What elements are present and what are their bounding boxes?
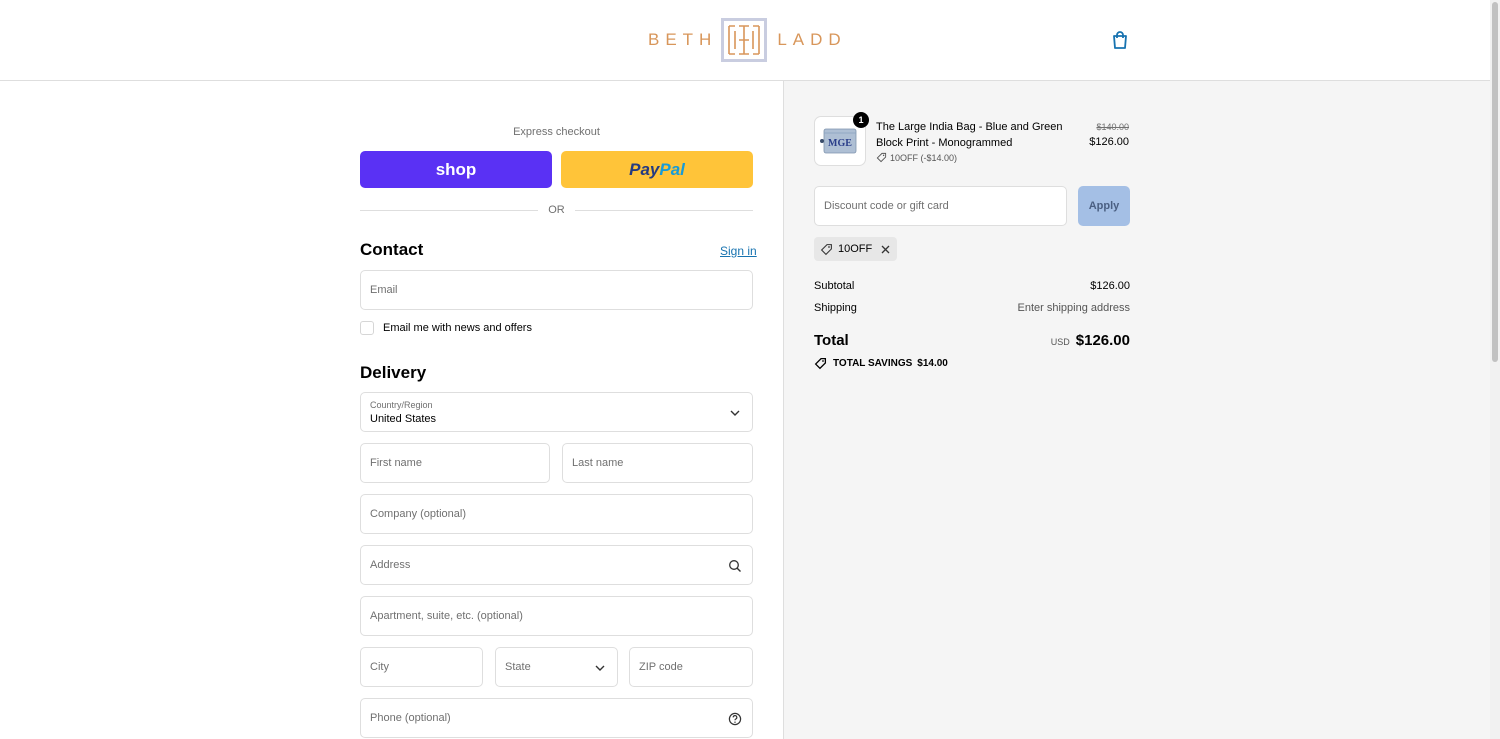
subtotal-label: Subtotal xyxy=(814,280,855,292)
company-input[interactable] xyxy=(361,495,752,533)
quantity-badge: 1 xyxy=(853,112,869,128)
shipping-value: Enter shipping address xyxy=(1017,302,1130,314)
chevron-down-icon xyxy=(728,406,742,420)
city-field[interactable] xyxy=(360,647,483,687)
email-field[interactable] xyxy=(360,270,753,310)
subtotal-row: Subtotal $126.00 xyxy=(814,280,1130,292)
or-divider: OR xyxy=(360,203,753,217)
total-row: Total USD $126.00 xyxy=(814,332,1130,349)
order-summary: MGE 1 The Large India Bag - Blue and Gre… xyxy=(783,81,1490,739)
news-checkbox-label: Email me with news and offers xyxy=(383,322,532,334)
news-checkbox[interactable] xyxy=(360,321,374,335)
divider-line xyxy=(575,210,753,211)
product-monogram: MGE xyxy=(828,138,852,149)
first-name-input[interactable] xyxy=(361,444,549,482)
paypal-button[interactable]: Pay Pal xyxy=(561,151,753,188)
checkout-header: BETH LADD xyxy=(0,0,1490,81)
first-name-field[interactable] xyxy=(360,443,550,483)
applied-code-chip: 10OFF xyxy=(814,237,898,261)
product-price: $126.00 xyxy=(1089,136,1129,148)
question-circle-icon[interactable] xyxy=(728,712,742,726)
country-value: United States xyxy=(370,413,437,425)
shop-pay-label: shop xyxy=(435,159,477,179)
state-label: State xyxy=(505,661,531,673)
product-original-price: $140.00 xyxy=(1096,122,1129,132)
shopping-bag-icon[interactable] xyxy=(1110,30,1130,50)
address-field[interactable] xyxy=(360,545,753,585)
email-input[interactable] xyxy=(361,271,752,309)
product-discount: 10OFF (-$14.00) xyxy=(876,152,957,163)
apartment-field[interactable] xyxy=(360,596,753,636)
apartment-input[interactable] xyxy=(361,597,752,635)
total-value: $126.00 xyxy=(1075,332,1130,349)
tag-icon xyxy=(820,243,833,256)
shipping-label: Shipping xyxy=(814,302,857,314)
paypal-label-dark: Pay xyxy=(629,159,660,179)
applied-code-label: 10OFF xyxy=(838,243,873,255)
delivery-title: Delivery xyxy=(360,363,427,382)
total-label: Total xyxy=(814,332,849,349)
country-label: Country/Region xyxy=(370,400,433,410)
discount-code-input[interactable] xyxy=(815,187,1066,225)
country-select[interactable]: Country/Region United States xyxy=(360,392,753,432)
product-discount-text: 10OFF (-$14.00) xyxy=(890,152,958,163)
search-icon xyxy=(728,559,742,573)
tag-icon xyxy=(876,152,887,163)
total-currency: USD xyxy=(1050,337,1070,347)
company-field[interactable] xyxy=(360,494,753,534)
shop-pay-button[interactable]: shop xyxy=(360,151,552,188)
close-icon[interactable] xyxy=(880,244,891,255)
chevron-down-icon xyxy=(593,661,607,675)
savings-value: $14.00 xyxy=(917,358,948,369)
city-input[interactable] xyxy=(361,648,482,686)
shipping-row: Shipping Enter shipping address xyxy=(814,302,1130,314)
total-savings: TOTAL SAVINGS $14.00 xyxy=(814,357,948,370)
product-name: The Large India Bag - Blue and Green Blo… xyxy=(876,121,1063,149)
last-name-input[interactable] xyxy=(563,444,752,482)
brand-logo[interactable]: BETH LADD xyxy=(648,18,847,62)
state-select[interactable]: State xyxy=(495,647,618,687)
address-input[interactable] xyxy=(361,546,752,584)
zip-input[interactable] xyxy=(630,648,752,686)
paypal-label-light: Pal xyxy=(659,159,685,179)
savings-label: TOTAL SAVINGS xyxy=(833,358,913,369)
contact-title: Contact xyxy=(360,240,424,259)
page-scrollbar[interactable] xyxy=(1490,0,1500,739)
apply-discount-button[interactable]: Apply xyxy=(1078,186,1130,226)
scrollbar-thumb[interactable] xyxy=(1492,2,1498,362)
express-checkout-label: Express checkout xyxy=(513,126,600,138)
discount-code-field[interactable] xyxy=(814,186,1067,226)
zip-field[interactable] xyxy=(629,647,753,687)
brand-name-right: LADD xyxy=(777,30,847,49)
brand-monogram-icon xyxy=(721,18,768,62)
last-name-field[interactable] xyxy=(562,443,753,483)
subtotal-value: $126.00 xyxy=(1090,280,1130,292)
phone-field[interactable] xyxy=(360,698,753,738)
checkout-main: Express checkout shop Pay Pal OR Contact … xyxy=(0,81,783,739)
news-opt-in[interactable]: Email me with news and offers xyxy=(360,321,532,335)
tag-icon xyxy=(814,357,827,370)
phone-input[interactable] xyxy=(361,699,752,737)
brand-name-left: BETH xyxy=(648,30,718,49)
sign-in-link[interactable]: Sign in xyxy=(720,244,757,258)
